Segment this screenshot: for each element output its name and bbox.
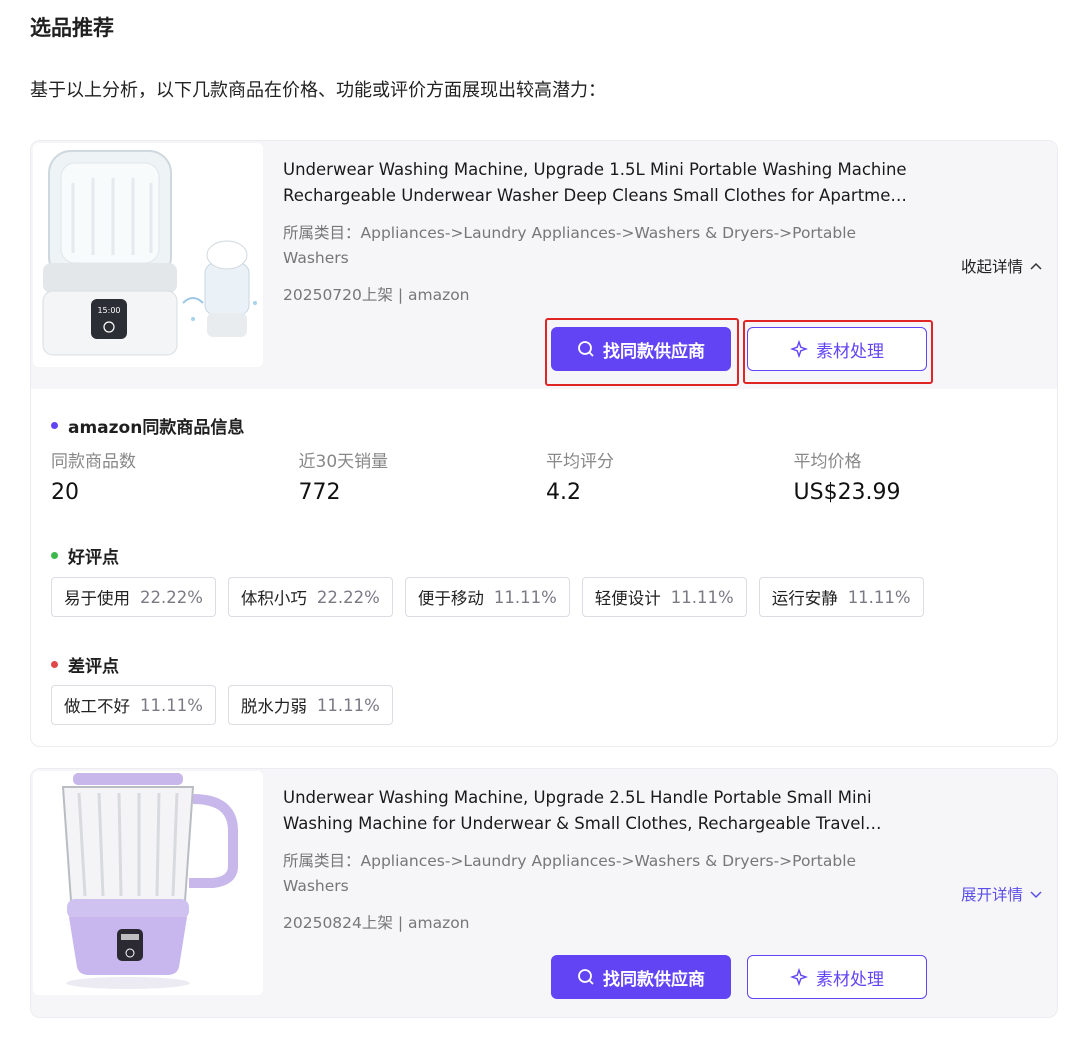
positive-heading: 好评点 xyxy=(51,543,119,568)
search-icon xyxy=(578,341,594,357)
stat-value: US$23.99 xyxy=(793,480,901,505)
find-supplier-button[interactable]: 找同款供应商 xyxy=(551,955,731,999)
product-title[interactable]: Underwear Washing Machine, Upgrade 1.5L … xyxy=(283,157,933,209)
review-tag[interactable]: 做工不好 11.11% xyxy=(51,685,216,725)
product-header: 15:00 Underwear Washing Machine, Upgrade… xyxy=(31,141,1057,389)
material-process-label: 素材处理 xyxy=(816,969,884,990)
tag-percent: 11.11% xyxy=(316,695,380,715)
product-listing-meta: 20250720上架 | amazon xyxy=(283,286,470,304)
review-tag[interactable]: 脱水力弱 11.11% xyxy=(227,685,393,725)
positive-heading-label: 好评点 xyxy=(68,548,119,568)
chevron-down-icon xyxy=(1030,891,1042,899)
stat-label: 近30天销量 xyxy=(298,452,389,472)
tag-percent: 11.11% xyxy=(670,587,734,607)
product-image[interactable]: 15:00 xyxy=(33,143,263,367)
sparkle-icon xyxy=(790,340,808,358)
collapse-details-toggle[interactable]: 收起详情 xyxy=(961,255,1043,277)
tag-percent: 11.11% xyxy=(140,695,203,715)
tag-percent: 22.22% xyxy=(316,587,380,607)
toggle-label: 收起详情 xyxy=(960,258,1023,276)
stat-label: 平均价格 xyxy=(793,452,862,472)
tag-name: 轻便设计 xyxy=(594,589,661,608)
review-tag[interactable]: 轻便设计 11.11% xyxy=(581,577,747,617)
stat-value: 4.2 xyxy=(546,480,581,505)
material-process-button[interactable]: 素材处理 xyxy=(747,955,927,999)
toggle-label: 展开详情 xyxy=(960,886,1023,904)
product-card: 15:00 Underwear Washing Machine, Upgrade… xyxy=(30,140,1058,747)
stat-value: 772 xyxy=(298,480,341,505)
review-tag[interactable]: 易于使用 22.22% xyxy=(51,577,216,617)
section-title: 选品推荐 xyxy=(30,16,114,40)
stat-label: 同款商品数 xyxy=(51,452,136,472)
product-listing-meta: 20250824上架 | amazon xyxy=(283,914,470,932)
stat-avg-rating: 平均评分 4.2 xyxy=(546,447,794,505)
stats-row: 同款商品数 20 近30天销量 772 平均评分 4.2 平均价格 US$23.… xyxy=(51,447,1041,505)
tag-percent: 11.11% xyxy=(847,587,911,607)
positive-dot xyxy=(51,552,58,559)
svg-text:15:00: 15:00 xyxy=(97,306,120,315)
intro-text: 基于以上分析，以下几款商品在价格、功能或评价方面展现出较高潜力： xyxy=(30,80,606,101)
stat-value: 20 xyxy=(51,480,79,505)
product-image[interactable] xyxy=(33,771,263,995)
find-supplier-label: 找同款供应商 xyxy=(603,341,705,362)
positive-tags: 易于使用 22.22% 体积小巧 22.22% 便于移动 11.11% 轻便设计 11.… xyxy=(51,577,924,617)
product-card: Underwear Washing Machine, Upgrade 2.5L … xyxy=(30,768,1058,1018)
stats-heading-label: amazon同款商品信息 xyxy=(68,418,245,438)
review-tag[interactable]: 运行安静 11.11% xyxy=(758,577,924,617)
stat-label: 平均评分 xyxy=(546,452,614,472)
tag-percent: 22.22% xyxy=(140,587,203,607)
tag-name: 易于使用 xyxy=(64,589,130,608)
negative-tags: 做工不好 11.11% 脱水力弱 11.11% xyxy=(51,685,393,725)
tag-name: 做工不好 xyxy=(64,697,130,716)
product-title[interactable]: Underwear Washing Machine, Upgrade 2.5L … xyxy=(283,785,933,837)
review-tag[interactable]: 体积小巧 22.22% xyxy=(227,577,393,617)
stat-same-count: 同款商品数 20 xyxy=(51,447,299,505)
tag-name: 体积小巧 xyxy=(240,589,307,608)
stats-heading: amazon同款商品信息 xyxy=(51,413,244,438)
info-dot xyxy=(51,422,58,429)
negative-heading: 差评点 xyxy=(51,652,119,677)
chevron-up-icon xyxy=(1030,262,1042,270)
tag-name: 运行安静 xyxy=(771,589,838,608)
product-header: Underwear Washing Machine, Upgrade 2.5L … xyxy=(31,769,1057,1017)
search-icon xyxy=(578,969,594,985)
tag-name: 便于移动 xyxy=(417,589,484,608)
expand-details-toggle[interactable]: 展开详情 xyxy=(961,883,1043,905)
material-process-label: 素材处理 xyxy=(816,341,884,362)
find-supplier-label: 找同款供应商 xyxy=(603,969,705,990)
stat-30day-sales: 近30天销量 772 xyxy=(299,447,547,505)
find-supplier-button[interactable]: 找同款供应商 xyxy=(551,327,731,371)
tag-percent: 11.11% xyxy=(493,587,557,607)
tag-name: 脱水力弱 xyxy=(240,697,307,716)
product-category: 所属类目：Appliances->Laundry Appliances->Was… xyxy=(283,852,857,895)
negative-dot xyxy=(51,661,58,668)
negative-heading-label: 差评点 xyxy=(68,657,119,677)
stat-avg-price: 平均价格 US$23.99 xyxy=(794,447,1042,505)
review-tag[interactable]: 便于移动 11.11% xyxy=(404,577,570,617)
material-process-button[interactable]: 素材处理 xyxy=(747,327,927,371)
product-category: 所属类目：Appliances->Laundry Appliances->Was… xyxy=(283,224,857,267)
sparkle-icon xyxy=(790,968,808,986)
